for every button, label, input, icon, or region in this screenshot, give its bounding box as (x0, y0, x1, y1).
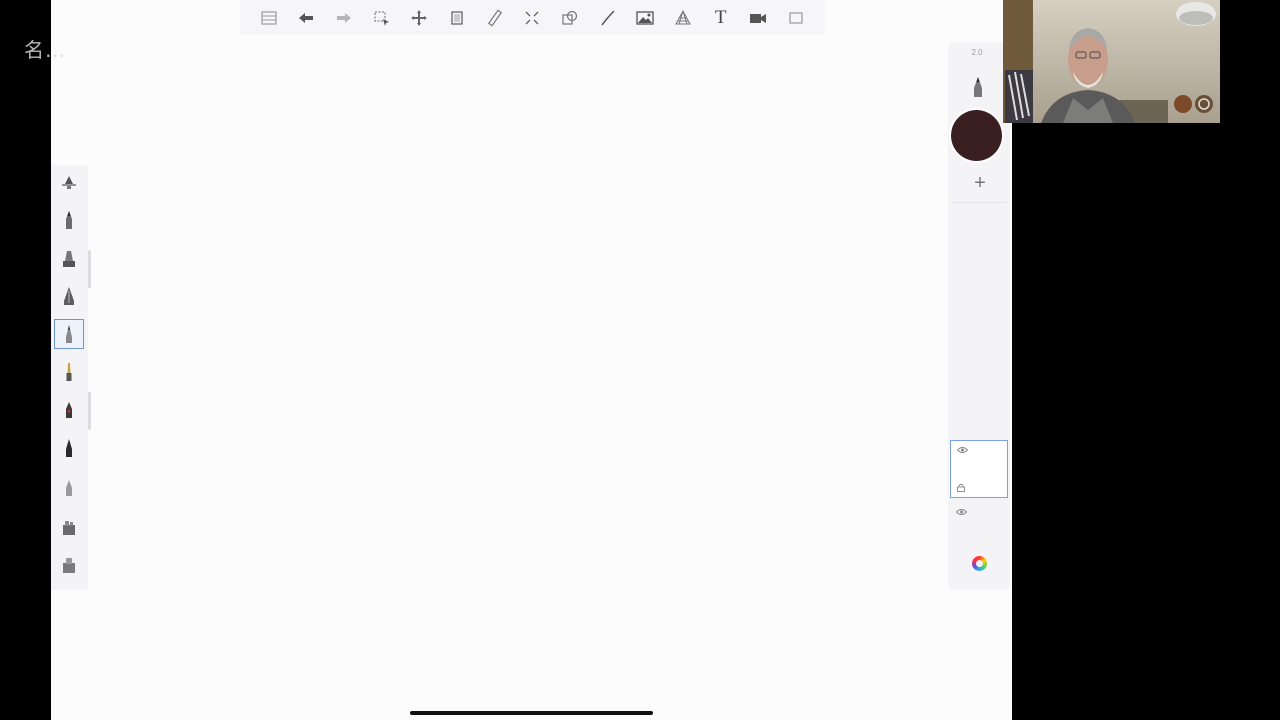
selection-icon[interactable] (369, 5, 395, 31)
presenter-image (1003, 0, 1220, 123)
layers-icon[interactable] (256, 5, 282, 31)
panel-divider (952, 202, 1006, 203)
brush-felt-tip-icon[interactable] (54, 433, 84, 463)
image-icon[interactable] (632, 5, 658, 31)
brush-paintbrush-icon[interactable] (54, 357, 84, 387)
shape-guide-icon[interactable] (557, 5, 583, 31)
brush-smudge-icon[interactable] (54, 511, 84, 541)
symmetry-icon[interactable] (519, 5, 545, 31)
brush-airbrush-icon[interactable] (54, 281, 84, 311)
layer-thumbnail-active[interactable] (950, 440, 1008, 498)
brush-ruler-icon[interactable] (54, 167, 84, 197)
watermark-text: 名… (24, 38, 66, 62)
pen-preview-icon[interactable] (972, 76, 984, 98)
lock-icon[interactable] (957, 483, 965, 492)
eye-icon[interactable] (956, 508, 967, 516)
video-icon[interactable] (745, 5, 771, 31)
redo-icon[interactable] (331, 5, 357, 31)
home-indicator (410, 711, 653, 715)
layer-thumbnail-background[interactable] (950, 503, 1008, 537)
brush-blender-icon[interactable] (54, 549, 84, 579)
perspective-icon[interactable] (670, 5, 696, 31)
ruler-icon[interactable] (482, 5, 508, 31)
fullscreen-icon[interactable] (783, 5, 809, 31)
color-wheel-icon[interactable] (972, 556, 987, 571)
brush-pencil-icon[interactable] (54, 205, 84, 235)
brush-ink-icon[interactable] (54, 395, 84, 425)
brush-soft-eraser-icon[interactable] (54, 472, 84, 502)
brush-scrollbar-upper[interactable] (88, 250, 91, 288)
brush-marker-icon[interactable] (54, 244, 84, 274)
text-tool-label: T (714, 6, 727, 28)
crop-icon[interactable] (444, 5, 470, 31)
webcam-video-feed (1003, 0, 1220, 123)
top-toolbar: T (240, 0, 825, 35)
add-layer-button[interactable]: + (968, 171, 992, 195)
drawing-canvas[interactable] (51, 0, 1012, 720)
brush-size-label: 2.0 (971, 48, 983, 57)
stroke-icon[interactable] (595, 5, 621, 31)
eye-icon[interactable] (957, 446, 968, 454)
brush-scrollbar-lower[interactable] (88, 392, 91, 430)
right-tool-panel: 2.0 + (948, 42, 1010, 590)
transform-icon[interactable] (406, 5, 432, 31)
color-swatch[interactable] (951, 110, 1002, 161)
brush-library-panel (51, 165, 88, 590)
text-icon[interactable]: T (708, 5, 734, 31)
brush-ballpoint-icon[interactable] (54, 319, 84, 349)
undo-icon[interactable] (293, 5, 319, 31)
